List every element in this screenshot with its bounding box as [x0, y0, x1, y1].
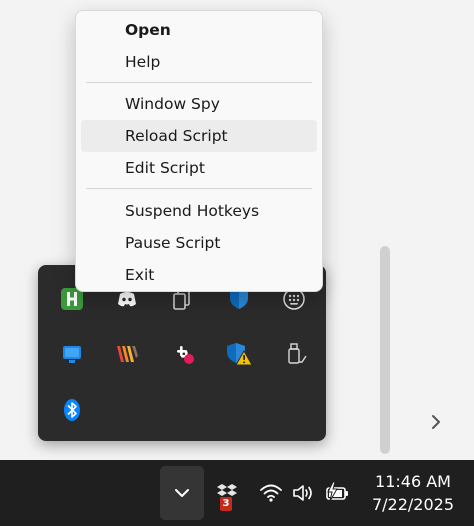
menu-item-open[interactable]: Open [81, 14, 317, 46]
chevron-right-icon[interactable] [426, 412, 446, 432]
app-window-icon[interactable] [58, 340, 86, 368]
menu-item-label: Open [125, 21, 171, 39]
clock-date: 7/22/2025 [371, 495, 455, 514]
menu-item-reload-script[interactable]: Reload Script [81, 120, 317, 152]
taskbar: 3 11:46 AM 7/22/2025 [0, 460, 474, 526]
wifi-icon[interactable] [258, 482, 284, 504]
menu-item-label: Edit Script [125, 159, 205, 177]
battery-charging-icon[interactable] [322, 480, 352, 506]
show-hidden-icons-button[interactable] [160, 466, 204, 520]
security-warning-icon[interactable] [225, 340, 253, 368]
menu-item-label: Pause Script [125, 234, 221, 252]
menu-item-label: Suspend Hotkeys [125, 202, 260, 220]
menu-item-suspend-hotkeys[interactable]: Suspend Hotkeys [81, 195, 317, 227]
menu-separator [86, 82, 312, 83]
clock-time: 11:46 AM [375, 472, 451, 491]
menu-item-label: Reload Script [125, 127, 228, 145]
chevron-down-icon [174, 484, 190, 503]
desktop: Open Help Window Spy Reload Script Edit … [0, 0, 474, 526]
slack-icon[interactable] [170, 340, 198, 368]
menu-separator [86, 188, 312, 189]
taskbar-clock[interactable]: 11:46 AM 7/22/2025 [360, 470, 466, 516]
menu-item-window-spy[interactable]: Window Spy [81, 88, 317, 120]
menu-item-edit-script[interactable]: Edit Script [81, 152, 317, 184]
menu-item-help[interactable]: Help [81, 46, 317, 78]
stripes-app-icon[interactable] [113, 340, 141, 368]
menu-item-exit[interactable]: Exit [81, 259, 317, 291]
bluetooth-icon[interactable] [58, 396, 86, 424]
notification-badge: 3 [220, 497, 232, 511]
dropbox-icon[interactable]: 3 [212, 480, 242, 511]
usb-eject-icon[interactable] [282, 340, 310, 368]
vertical-scrollbar[interactable] [380, 246, 390, 454]
volume-icon[interactable] [290, 482, 316, 504]
menu-item-label: Exit [125, 266, 155, 284]
menu-item-pause-script[interactable]: Pause Script [81, 227, 317, 259]
menu-item-label: Window Spy [125, 95, 220, 113]
menu-item-label: Help [125, 53, 161, 71]
tray-context-menu: Open Help Window Spy Reload Script Edit … [75, 10, 323, 292]
